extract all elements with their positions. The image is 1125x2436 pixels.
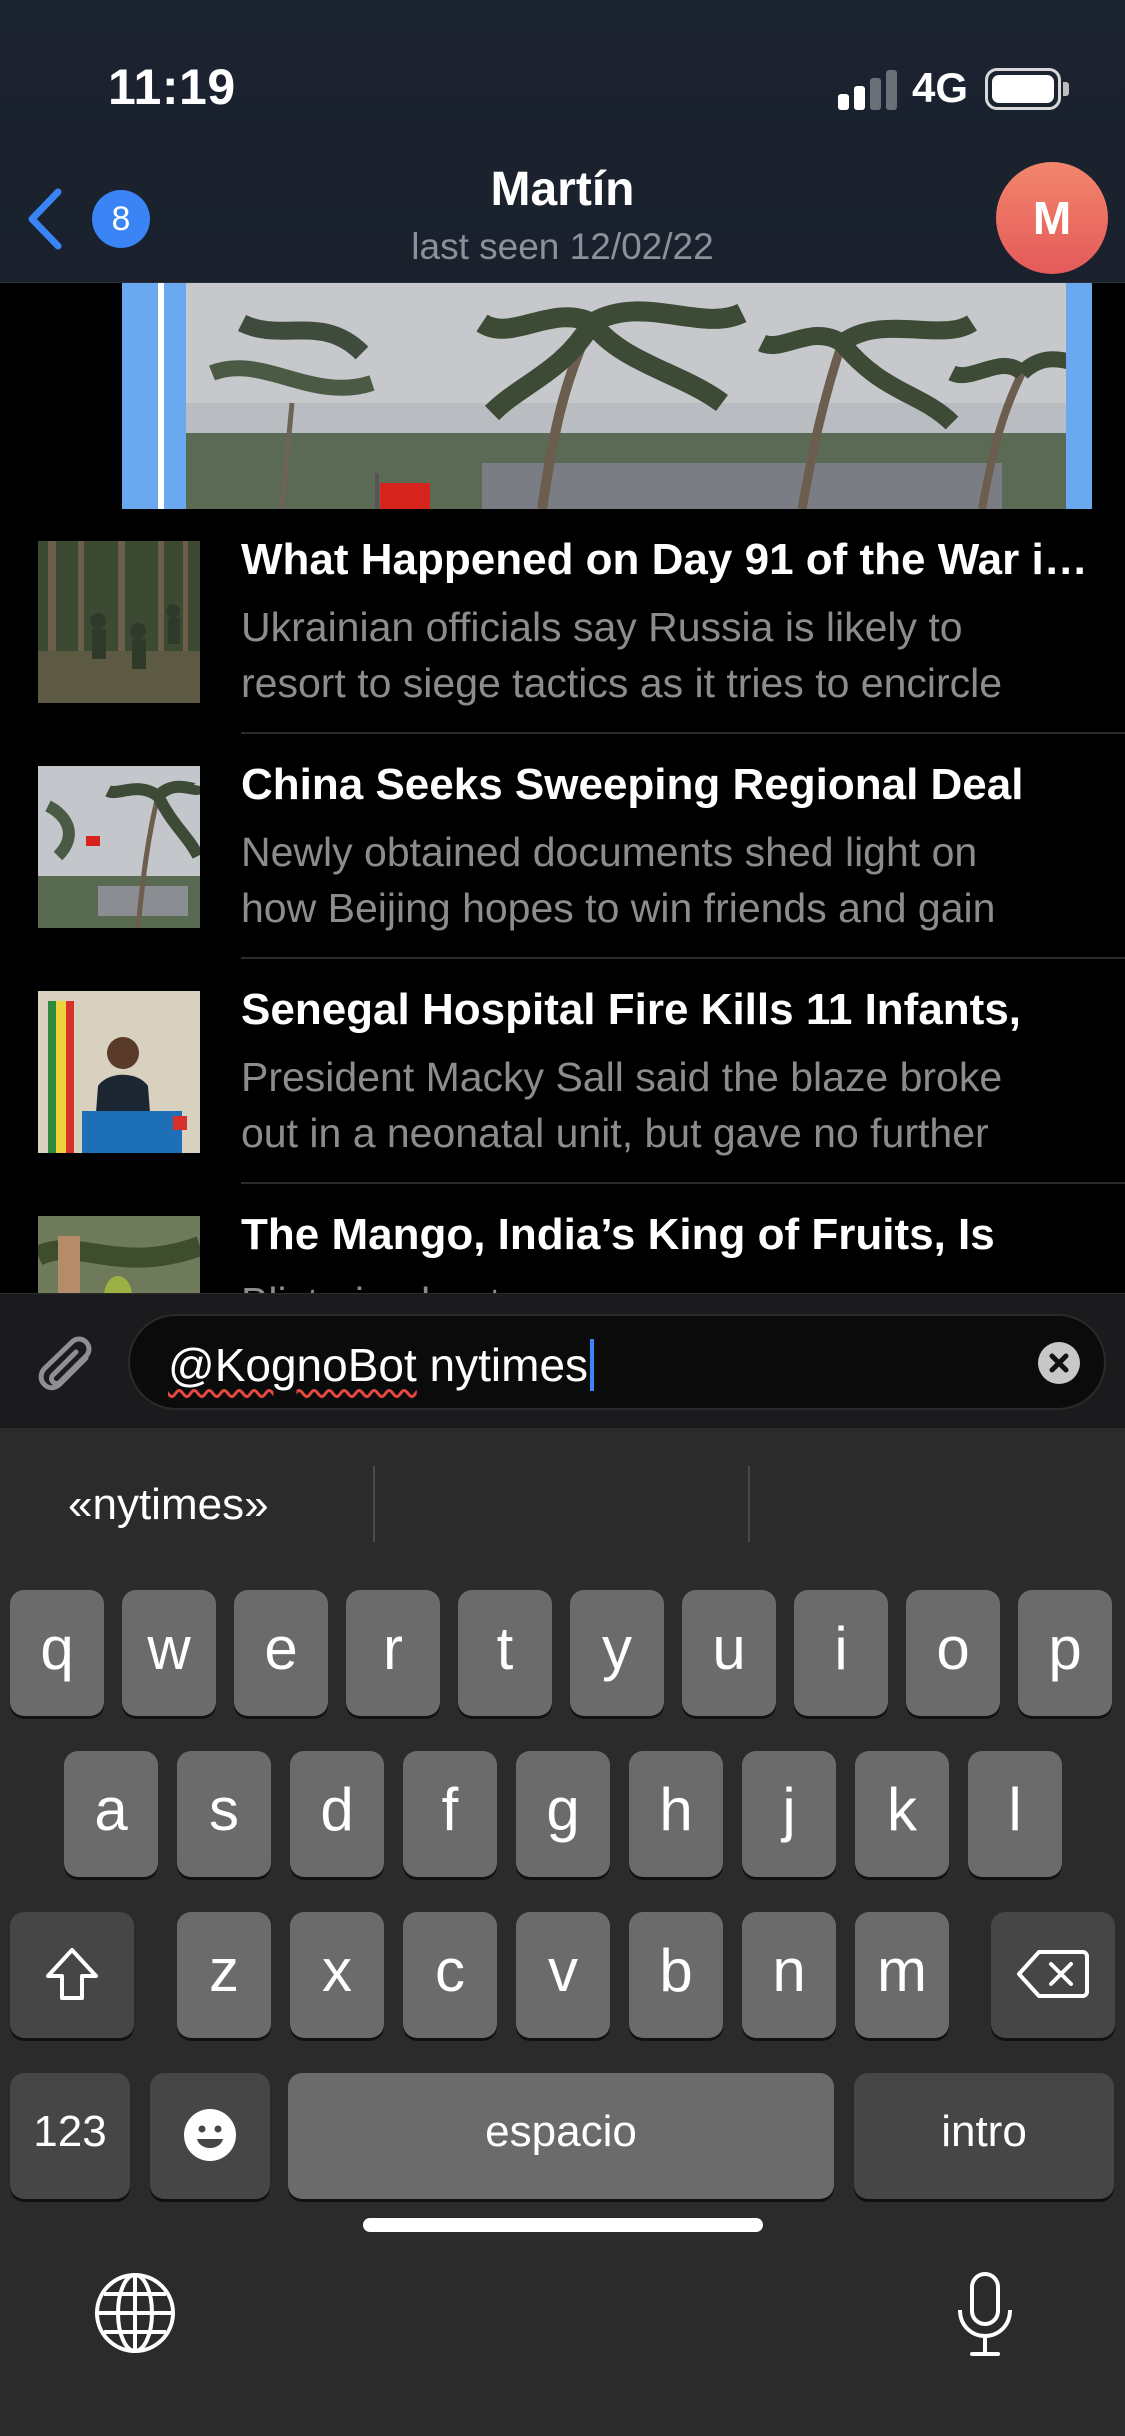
divider bbox=[373, 1466, 375, 1542]
result-title: Senegal Hospital Fire Kills 11 Infants, bbox=[241, 985, 1022, 1034]
message-input[interactable]: @KognoBot nytimes bbox=[128, 1314, 1106, 1410]
key[interactable]: x bbox=[290, 1912, 384, 2038]
backspace-icon bbox=[1017, 1950, 1089, 1998]
numbers-key[interactable]: 123 bbox=[10, 2073, 130, 2199]
key[interactable]: t bbox=[458, 1590, 552, 1716]
key[interactable]: n bbox=[742, 1912, 836, 2038]
key[interactable]: u bbox=[682, 1590, 776, 1716]
contact-name[interactable]: Martín bbox=[0, 162, 1125, 217]
crop-handle-left-inner[interactable] bbox=[158, 283, 186, 509]
key[interactable]: e bbox=[234, 1590, 328, 1716]
globe-icon bbox=[95, 2273, 175, 2353]
result-description-line: out in a neonatal unit, but gave no furt… bbox=[241, 1110, 989, 1156]
cellular-signal-icon bbox=[838, 70, 898, 110]
home-indicator[interactable] bbox=[363, 2218, 763, 2232]
result-description-line: Newly obtained documents shed light on bbox=[241, 829, 978, 875]
key[interactable]: y bbox=[570, 1590, 664, 1716]
key[interactable]: f bbox=[403, 1751, 497, 1877]
result-description: Newly obtained documents shed light on h… bbox=[241, 824, 1101, 936]
result-description: Ukrainian officials say Russia is likely… bbox=[241, 599, 1101, 711]
divider bbox=[748, 1466, 750, 1542]
key[interactable]: s bbox=[177, 1751, 271, 1877]
result-thumbnail bbox=[38, 766, 200, 928]
result-thumbnail bbox=[38, 541, 200, 703]
emoji-icon bbox=[184, 2109, 236, 2161]
key[interactable]: k bbox=[855, 1751, 949, 1877]
key[interactable]: b bbox=[629, 1912, 723, 2038]
result-description-line: resort to siege tactics as it tries to e… bbox=[241, 660, 1003, 706]
key[interactable]: q bbox=[10, 1590, 104, 1716]
contact-avatar[interactable]: M bbox=[996, 162, 1108, 274]
attach-button[interactable] bbox=[30, 1328, 100, 1398]
emoji-key[interactable] bbox=[150, 2073, 270, 2199]
network-type: 4G bbox=[912, 64, 969, 111]
result-description: President Macky Sall said the blaze brok… bbox=[241, 1049, 1101, 1161]
result-item[interactable]: The Mango, India’s King of Fruits, Is Bl… bbox=[0, 1184, 1125, 1293]
result-title: The Mango, India’s King of Fruits, Is bbox=[241, 1210, 995, 1259]
result-item[interactable]: Senegal Hospital Fire Kills 11 Infants, … bbox=[0, 959, 1125, 1184]
key[interactable]: j bbox=[742, 1751, 836, 1877]
key[interactable]: h bbox=[629, 1751, 723, 1877]
result-thumbnail bbox=[38, 1216, 200, 1293]
key[interactable]: z bbox=[177, 1912, 271, 2038]
status-time: 11:19 bbox=[108, 59, 236, 115]
key[interactable]: p bbox=[1018, 1590, 1112, 1716]
result-description: Blistering heat bbox=[241, 1274, 1101, 1293]
bot-mention: @KognoBot bbox=[168, 1339, 417, 1391]
globe-key[interactable] bbox=[92, 2270, 182, 2360]
last-seen-status: last seen 12/02/22 bbox=[411, 226, 714, 267]
key[interactable]: c bbox=[403, 1912, 497, 2038]
key[interactable]: r bbox=[346, 1590, 440, 1716]
key[interactable]: d bbox=[290, 1751, 384, 1877]
space-key[interactable]: espacio bbox=[288, 2073, 834, 2199]
result-thumbnail bbox=[38, 991, 200, 1153]
crop-handle-right[interactable] bbox=[1066, 283, 1092, 509]
key[interactable]: i bbox=[794, 1590, 888, 1716]
result-description-line: Blistering heat bbox=[241, 1274, 1101, 1293]
result-item[interactable]: China Seeks Sweeping Regional Deal Newly… bbox=[0, 734, 1125, 959]
result-description-line: how Beijing hopes to win friends and gai… bbox=[241, 885, 996, 931]
return-key[interactable]: intro bbox=[854, 2073, 1114, 2199]
result-title: What Happened on Day 91 of the War in Uk… bbox=[241, 535, 1101, 584]
result-item[interactable]: What Happened on Day 91 of the War in Uk… bbox=[0, 509, 1125, 734]
result-description-line: President Macky Sall said the blaze brok… bbox=[241, 1054, 1003, 1100]
key[interactable]: v bbox=[516, 1912, 610, 2038]
media-preview[interactable] bbox=[0, 283, 1125, 509]
key[interactable]: l bbox=[968, 1751, 1062, 1877]
clear-text-button[interactable] bbox=[1038, 1342, 1080, 1384]
chat-header: 11:19 4G 8 Martín last seen 12/02/22 M bbox=[0, 0, 1125, 283]
message-input-bar: @KognoBot nytimes bbox=[0, 1293, 1125, 1428]
backspace-key[interactable] bbox=[991, 1912, 1115, 2038]
key[interactable]: w bbox=[122, 1590, 216, 1716]
microphone-icon bbox=[958, 2272, 1012, 2356]
paperclip-icon bbox=[38, 1336, 92, 1391]
close-icon bbox=[1049, 1353, 1069, 1373]
screen: 11:19 4G 8 Martín last seen 12/02/22 M W… bbox=[0, 0, 1125, 2436]
result-title: China Seeks Sweeping Regional Deal bbox=[241, 760, 1024, 809]
query-text: nytimes bbox=[416, 1339, 589, 1391]
keyboard: «nytimes» q w e r t y u i o p a s d f g … bbox=[0, 1428, 1125, 2436]
inline-results-list[interactable]: What Happened on Day 91 of the War in Uk… bbox=[0, 509, 1125, 1293]
shift-icon bbox=[46, 1948, 98, 2000]
key[interactable]: m bbox=[855, 1912, 949, 2038]
key[interactable]: a bbox=[64, 1751, 158, 1877]
suggestion-item[interactable]: «nytimes» bbox=[68, 1480, 269, 1530]
dictation-key[interactable] bbox=[950, 2270, 1020, 2360]
key[interactable]: g bbox=[516, 1751, 610, 1877]
result-description-line: Ukrainian officials say Russia is likely… bbox=[241, 604, 963, 650]
key[interactable]: o bbox=[906, 1590, 1000, 1716]
autocomplete-bar: «nytimes» bbox=[0, 1428, 1125, 1578]
shift-key[interactable] bbox=[10, 1912, 134, 2038]
message-input-text: @KognoBot nytimes bbox=[168, 1338, 595, 1392]
preview-image bbox=[122, 283, 1092, 509]
battery-icon bbox=[985, 68, 1069, 110]
text-cursor bbox=[590, 1339, 595, 1391]
